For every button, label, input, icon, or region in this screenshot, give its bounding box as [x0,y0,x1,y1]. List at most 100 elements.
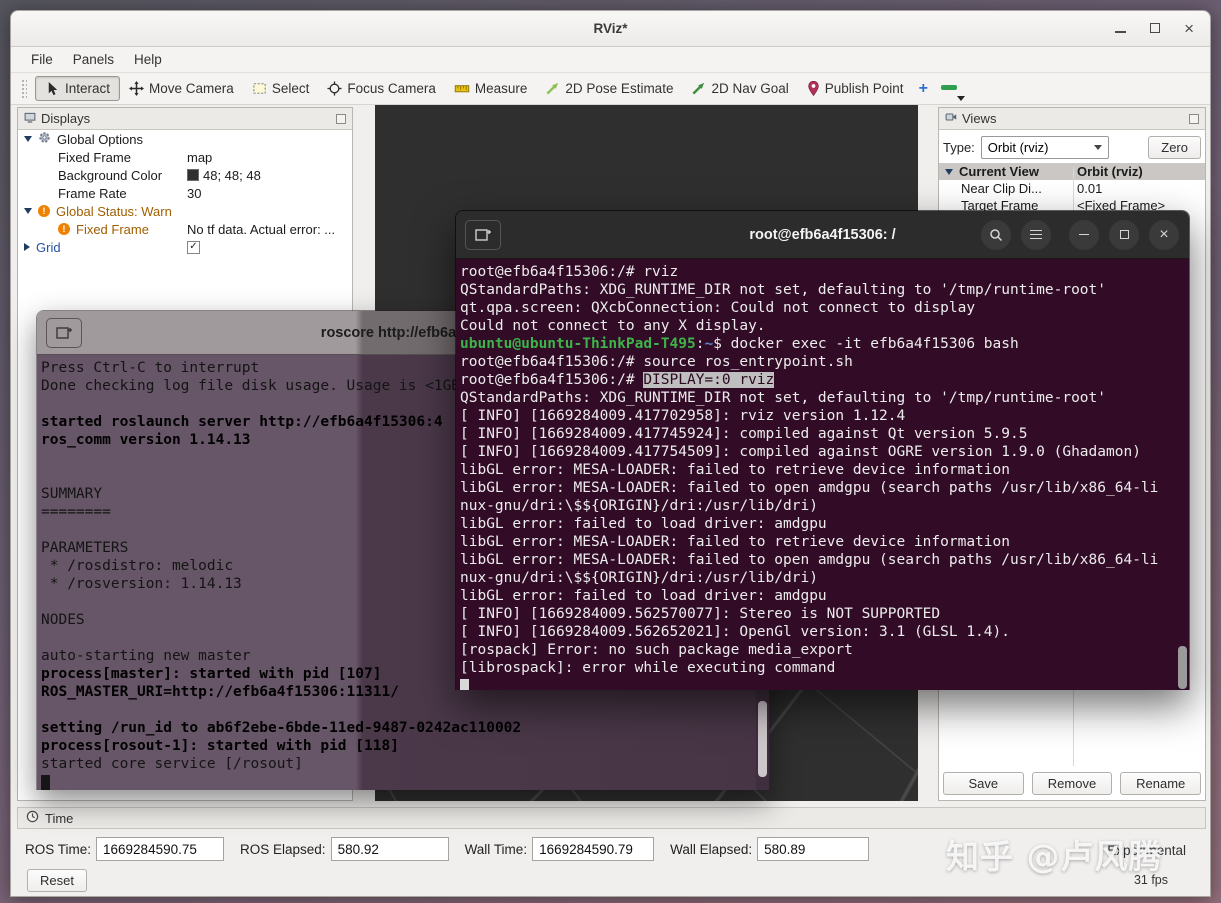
menu-button[interactable] [1021,220,1051,250]
toolbar-handle[interactable] [21,79,27,99]
warning-icon: ! [58,223,70,235]
close-button[interactable]: × [1149,220,1179,250]
view-type-dropdown[interactable]: Orbit (rviz) [981,136,1109,159]
tree-row-current-view[interactable]: Current View Orbit (rviz) [939,163,1205,180]
tree-row-near-clip[interactable]: Near Clip Di... 0.01 [939,180,1205,197]
tool-2d-nav-goal[interactable]: 2D Nav Goal [682,77,797,100]
maximize-icon [1120,230,1129,239]
warning-icon: ! [38,205,50,217]
time-panel-title: Time [45,811,73,826]
row-value: Orbit (rviz) [1077,164,1143,179]
scrollbar-thumb[interactable] [1178,646,1187,689]
type-label: Type: [943,140,975,155]
terminal-line: QStandardPaths: XDG_RUNTIME_DIR not set,… [460,281,1189,299]
menu-file[interactable]: File [23,49,61,70]
wall-time-field[interactable]: 1669284590.79 [532,837,654,861]
root-terminal-window: root@efb6a4f15306: / × root@efb6a4f15306… [455,210,1190,690]
views-panel-header[interactable]: Views [939,108,1205,130]
new-tab-button[interactable] [465,220,501,250]
terminal-line: libGL error: MESA-LOADER: failed to retr… [460,533,1189,551]
color-swatch[interactable] [187,169,199,181]
tree-row-global-status[interactable]: ! Global Status: Warn [18,202,352,220]
terminal-line: [ INFO] [1669284009.417702958]: rviz ver… [460,407,1189,425]
tree-row-frame-rate[interactable]: Frame Rate 30 [18,184,352,202]
terminal-line: libGL error: MESA-LOADER: failed to retr… [460,461,1189,479]
expander-right-icon[interactable] [24,243,30,251]
tree-row-fixed-frame[interactable]: Fixed Frame map [18,148,352,166]
tool-2d-pose-estimate[interactable]: 2D Pose Estimate [536,77,682,100]
tool-select[interactable]: Select [243,77,319,100]
row-value[interactable]: 30 [187,186,201,201]
expander-down-icon[interactable] [24,208,32,214]
minimize-icon[interactable] [1115,20,1126,38]
ros-elapsed-field[interactable]: 580.92 [331,837,449,861]
map-pin-icon [807,81,820,96]
row-label: Current View [959,164,1039,179]
displays-icon [24,111,36,127]
tree-row-fixed-frame-status[interactable]: ! Fixed Frame No tf data. Actual error: … [18,220,352,238]
displays-panel-header[interactable]: Displays [18,108,352,130]
toolbar-overflow-arrow-icon[interactable] [957,96,965,101]
new-tab-button[interactable] [46,318,82,348]
row-label: Fixed Frame [58,150,131,165]
tool-interact[interactable]: Interact [35,76,120,101]
panel-float-icon[interactable] [1189,114,1199,124]
terminal-line [41,773,769,790]
tool-measure[interactable]: Measure [445,77,537,100]
tool-label: Publish Point [825,81,904,96]
scrollbar-thumb[interactable] [758,701,767,777]
maximize-icon[interactable] [1150,20,1160,38]
maximize-button[interactable] [1109,220,1139,250]
menu-panels[interactable]: Panels [65,49,122,70]
tree-row-global-options[interactable]: Global Options [18,130,352,148]
terminal-line: qt.qpa.screen: QXcbConnection: Could not… [460,299,1189,317]
save-button[interactable]: Save [943,772,1024,795]
wall-elapsed-field[interactable]: 580.89 [757,837,869,861]
row-value[interactable]: 0.01 [1077,181,1102,196]
reset-button[interactable]: Reset [27,869,87,892]
search-button[interactable] [981,220,1011,250]
rviz-titlebar[interactable]: RViz* × [11,11,1210,47]
expander-down-icon[interactable] [24,136,32,142]
row-value[interactable]: 48; 48; 48 [203,168,261,183]
tool-label: Measure [475,81,528,96]
row-label: Global Status: Warn [56,204,172,219]
terminal-line: Could not connect to any X display. [460,317,1189,335]
minimize-button[interactable] [1069,220,1099,250]
expander-down-icon[interactable] [945,169,953,175]
displays-panel-title: Displays [41,111,90,126]
tool-focus-camera[interactable]: Focus Camera [318,77,445,100]
experimental-label: Experimental [1107,843,1186,858]
row-value[interactable]: map [187,150,212,165]
panel-float-icon[interactable] [336,114,346,124]
interact-cursor-icon [45,81,60,96]
rename-button[interactable]: Rename [1120,772,1201,795]
ros-time-field[interactable]: 1669284590.75 [96,837,224,861]
green-arrow-icon [545,81,560,96]
root-terminal-titlebar[interactable]: root@efb6a4f15306: / × [456,211,1189,259]
grid-enabled-checkbox[interactable]: ✓ [187,241,200,254]
close-icon: × [1159,227,1168,243]
zero-button[interactable]: Zero [1148,136,1201,159]
terminal-line: libGL error: failed to load driver: amdg… [460,587,1189,605]
remove-button[interactable]: Remove [1032,772,1113,795]
window-title: RViz* [593,21,627,36]
time-panel-header[interactable]: Time [17,807,1206,829]
add-tool-button[interactable]: + [913,80,934,98]
tree-row-background-color[interactable]: Background Color 48; 48; 48 [18,166,352,184]
tool-label: Select [272,81,310,96]
ruler-icon [454,81,470,96]
close-icon[interactable]: × [1184,20,1194,37]
tool-label: Move Camera [149,81,234,96]
terminal-line: nux-gnu/dri:\$${ORIGIN}/dri:/usr/lib/dri… [460,497,1189,515]
row-label: Frame Rate [58,186,127,201]
tool-move-camera[interactable]: Move Camera [120,77,243,100]
tool-publish-point[interactable]: Publish Point [798,77,913,100]
tree-row-grid[interactable]: Grid ✓ [18,238,352,256]
gear-icon [38,131,51,147]
row-label: Grid [36,240,61,255]
wall-elapsed-label: Wall Elapsed: [670,842,752,857]
menu-help[interactable]: Help [126,49,170,70]
remove-tool-button[interactable] [941,85,957,90]
view-type-value: Orbit (rviz) [988,140,1049,155]
